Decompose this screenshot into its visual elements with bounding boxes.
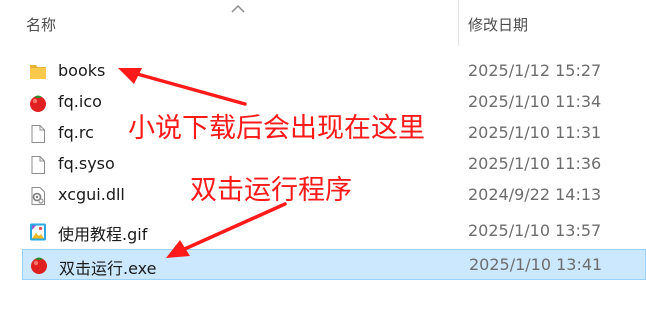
file-row-books[interactable]: books 2025/1/12 15:27 [22, 58, 646, 86]
image-icon [30, 223, 46, 241]
file-name: books [58, 61, 106, 80]
column-name-header[interactable]: 名称 [26, 14, 56, 35]
tomato-icon [31, 257, 47, 274]
dll-gear-icon [31, 187, 45, 205]
file-name: 使用教程.gif [58, 225, 148, 244]
tomato-icon [30, 95, 46, 112]
sort-ascending-icon[interactable] [230, 2, 246, 14]
column-date-header[interactable]: 修改日期 [468, 14, 528, 35]
file-row-run-exe[interactable]: 双击运行.exe 2025/1/10 13:41 [22, 249, 646, 280]
file-row-tutorial-gif[interactable]: 使用教程.gif 2025/1/10 13:57 [22, 218, 646, 246]
column-divider[interactable] [458, 0, 459, 46]
annotation-run-note: 双击运行程序 [190, 175, 352, 206]
file-date: 2025/1/10 13:57 [468, 221, 602, 240]
file-explorer: 名称 修改日期 books 2025/1/12 15:27 fq.ico 202… [0, 0, 646, 322]
file-name: fq.syso [58, 154, 115, 173]
annotation-books-note: 小说下载后会出现在这里 [128, 113, 425, 144]
file-name: 双击运行.exe [59, 259, 157, 278]
file-date: 2025/1/10 11:31 [468, 123, 602, 142]
file-name: xcgui.dll [58, 185, 125, 204]
file-name: fq.rc [58, 123, 94, 142]
file-date: 2025/1/12 15:27 [468, 61, 602, 80]
document-icon [31, 156, 45, 174]
folder-icon [30, 65, 46, 79]
file-name: fq.ico [58, 92, 102, 111]
document-icon [31, 125, 45, 143]
column-header: 名称 修改日期 [0, 0, 646, 50]
file-date: 2024/9/22 14:13 [468, 185, 602, 204]
file-date: 2025/1/10 11:34 [468, 92, 602, 111]
file-date: 2025/1/10 13:41 [469, 255, 603, 274]
file-date: 2025/1/10 11:36 [468, 154, 602, 173]
